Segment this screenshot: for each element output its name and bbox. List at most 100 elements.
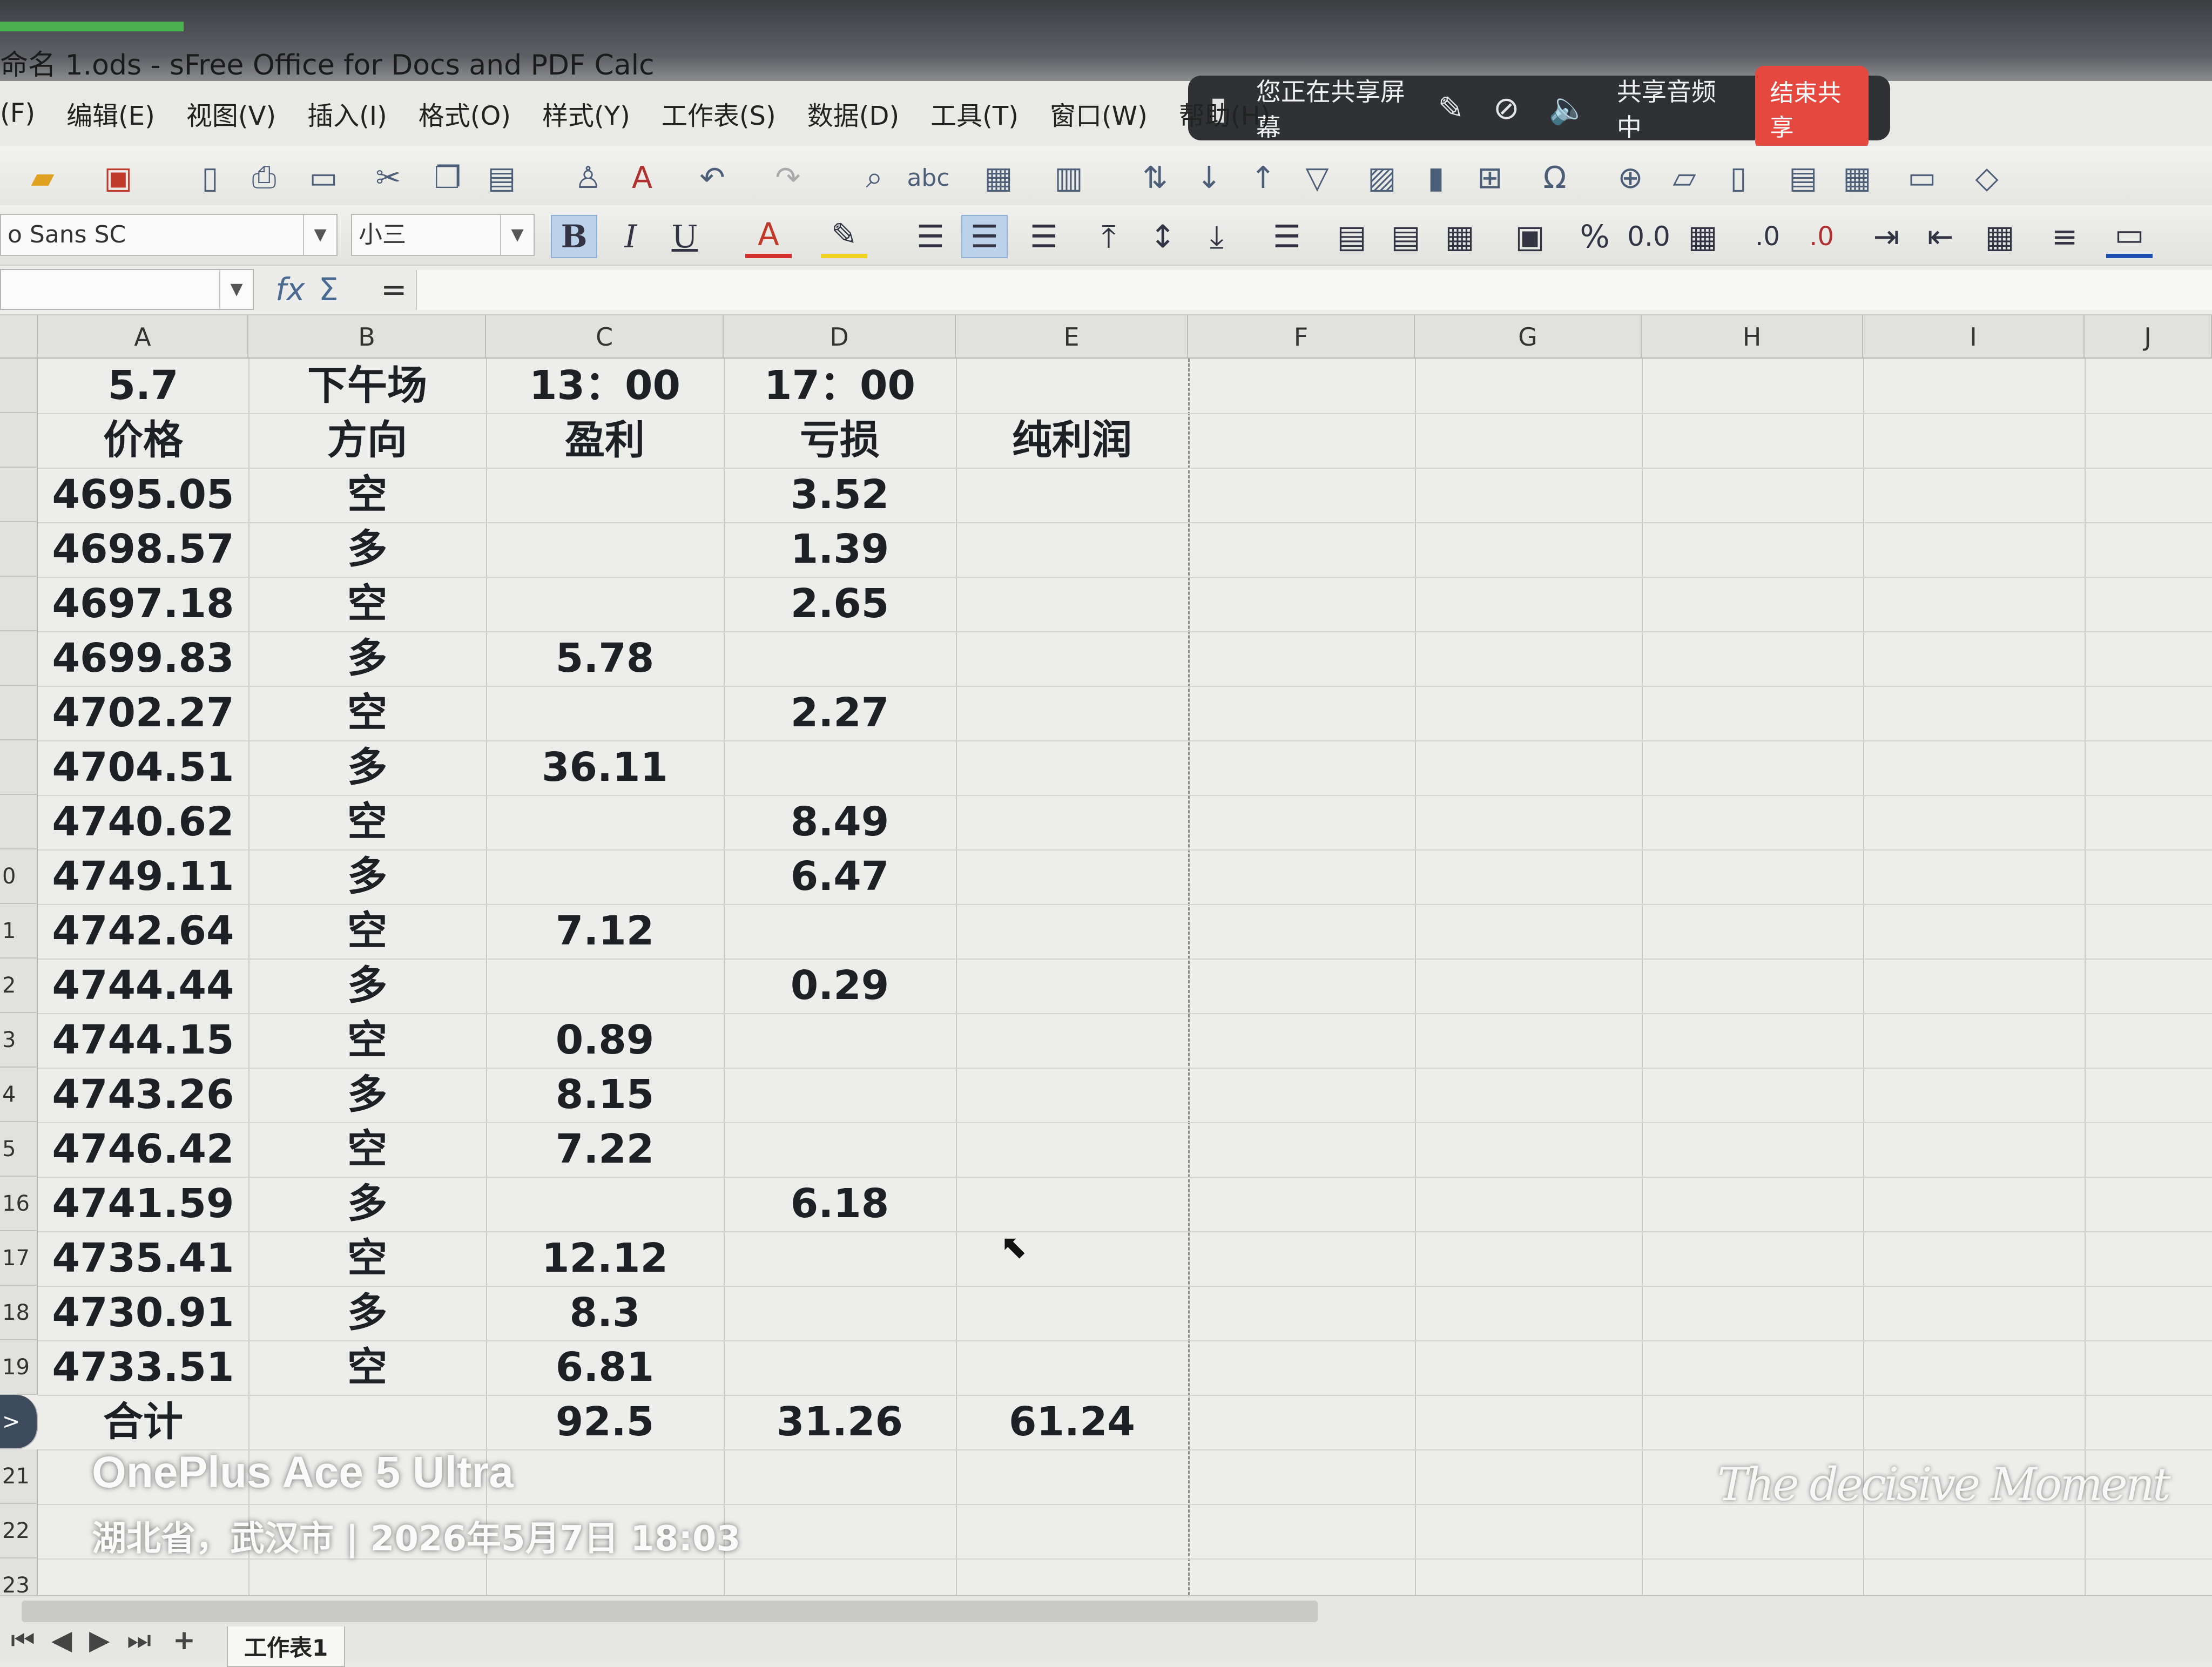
cell-a[interactable]: 合计: [38, 1395, 248, 1449]
insert-image-icon[interactable]: ▨: [1361, 157, 1403, 199]
row-header[interactable]: [0, 740, 38, 795]
cell-e[interactable]: [956, 1231, 1188, 1286]
cell-a[interactable]: 4746.42: [38, 1122, 248, 1177]
currency-format-icon[interactable]: ▣: [1507, 215, 1553, 258]
header-footer-icon[interactable]: ▯: [1717, 157, 1759, 199]
cell-b[interactable]: 空: [248, 1013, 486, 1068]
draw-shapes-icon[interactable]: ◇: [1966, 157, 2008, 199]
highlight-color-icon[interactable]: ✎: [821, 215, 867, 258]
cell-a[interactable]: 4733.51: [38, 1340, 248, 1395]
menu-window[interactable]: 窗口(W): [1050, 95, 1148, 132]
cell-d[interactable]: 亏损: [724, 413, 956, 468]
clone-format-icon[interactable]: ♙: [567, 157, 609, 199]
cell-c[interactable]: 13：00: [486, 359, 724, 413]
column-header-i[interactable]: I: [1863, 315, 2085, 359]
cell-d[interactable]: 31.26: [724, 1395, 956, 1449]
cell-d[interactable]: [724, 1340, 956, 1395]
cell-a[interactable]: 4749.11: [38, 849, 248, 904]
cell-a[interactable]: 4695.05: [38, 468, 248, 522]
cell-d[interactable]: 1.39: [724, 522, 956, 577]
cell-d[interactable]: [724, 904, 956, 959]
cell-b[interactable]: 多: [248, 1177, 486, 1231]
cell-a[interactable]: 4697.18: [38, 577, 248, 631]
cell-c[interactable]: 5.78: [486, 631, 724, 686]
sort-ascending-icon[interactable]: ↓: [1188, 157, 1230, 199]
row-header[interactable]: [0, 577, 38, 631]
row-header[interactable]: [0, 468, 38, 522]
bold-button[interactable]: B: [551, 215, 597, 258]
cell-e[interactable]: [956, 959, 1188, 1013]
row-header[interactable]: 3: [0, 1013, 38, 1068]
column-header-b[interactable]: B: [248, 315, 486, 359]
add-sheet-button[interactable]: +: [173, 1624, 195, 1656]
cell-a[interactable]: 5.7: [38, 359, 248, 413]
menu-data[interactable]: 数据(D): [807, 95, 899, 132]
menu-sheet[interactable]: 工作表(S): [662, 95, 776, 132]
cell-d[interactable]: [724, 1231, 956, 1286]
row-header[interactable]: [0, 413, 38, 468]
cell-a[interactable]: 4704.51: [38, 740, 248, 795]
cell-d[interactable]: 6.47: [724, 849, 956, 904]
cell-a[interactable]: 4742.64: [38, 904, 248, 959]
next-sheet-icon[interactable]: ▶: [89, 1624, 110, 1656]
cell-b[interactable]: 空: [248, 686, 486, 740]
row-header[interactable]: [0, 522, 38, 577]
cell-b[interactable]: 空: [248, 1340, 486, 1395]
percent-format-button[interactable]: %: [1572, 215, 1618, 258]
cell-d[interactable]: [724, 1286, 956, 1340]
cell-e[interactable]: [956, 468, 1188, 522]
menu-edit[interactable]: 编辑(E): [66, 95, 155, 132]
special-character-icon[interactable]: Ω: [1534, 157, 1576, 199]
cell-b[interactable]: 多: [248, 522, 486, 577]
spelling-icon[interactable]: abc: [907, 157, 949, 199]
row-header[interactable]: 1: [0, 904, 38, 959]
cell-b[interactable]: 多: [248, 1286, 486, 1340]
delete-decimal-icon[interactable]: .0: [1798, 215, 1845, 258]
define-print-area-icon[interactable]: ▤: [1782, 157, 1824, 199]
select-all-corner[interactable]: [0, 315, 38, 359]
border-style-icon[interactable]: ≡: [2041, 215, 2088, 258]
stop-share-button[interactable]: 结束共享: [1755, 66, 1869, 150]
cell-a[interactable]: 4702.27: [38, 686, 248, 740]
menu-help[interactable]: 帮助(H): [1179, 95, 1271, 132]
add-decimal-icon[interactable]: .0: [1744, 215, 1791, 258]
cell-b[interactable]: 空: [248, 1122, 486, 1177]
cell-d[interactable]: 0.29: [724, 959, 956, 1013]
cell-c[interactable]: 6.81: [486, 1340, 724, 1395]
italic-button[interactable]: I: [608, 215, 654, 258]
cell-d[interactable]: [724, 631, 956, 686]
cell-d[interactable]: 17：00: [724, 359, 956, 413]
row-header[interactable]: 21: [0, 1449, 38, 1504]
cell-b[interactable]: 空: [248, 577, 486, 631]
first-sheet-icon[interactable]: ⏮: [11, 1624, 35, 1656]
number-format-button[interactable]: 0.0: [1626, 215, 1672, 258]
cell-c[interactable]: 盈利: [486, 413, 724, 468]
cell-c[interactable]: [486, 522, 724, 577]
cell-b[interactable]: 多: [248, 849, 486, 904]
cell-d[interactable]: [724, 1013, 956, 1068]
decrease-indent-icon[interactable]: ⇤: [1917, 215, 1964, 258]
menu-file[interactable]: (F): [0, 98, 35, 129]
cell-d[interactable]: 8.49: [724, 795, 956, 849]
align-center-icon[interactable]: ☰: [961, 215, 1008, 258]
save-icon[interactable]: ▣: [97, 157, 139, 199]
cell-e[interactable]: [956, 795, 1188, 849]
date-format-icon[interactable]: ▦: [1680, 215, 1726, 258]
cell-a[interactable]: 4698.57: [38, 522, 248, 577]
split-window-icon[interactable]: ▭: [1901, 157, 1943, 199]
font-name-select[interactable]: o Sans SC ▼: [0, 214, 338, 256]
cell-a[interactable]: 4744.44: [38, 959, 248, 1013]
borders-icon[interactable]: ▦: [1977, 215, 2023, 258]
column-header-d[interactable]: D: [724, 315, 956, 359]
export-pdf-icon[interactable]: ▯: [189, 157, 231, 199]
cell-a[interactable]: 4741.59: [38, 1177, 248, 1231]
redo-icon[interactable]: ↷: [767, 157, 809, 199]
cell-c[interactable]: [486, 577, 724, 631]
row-header[interactable]: [0, 359, 38, 413]
row-header[interactable]: 0: [0, 849, 38, 904]
freeze-rows-icon[interactable]: ▦: [1836, 157, 1878, 199]
pivot-table-icon[interactable]: ⊞: [1469, 157, 1511, 199]
horizontal-scrollbar[interactable]: [22, 1601, 1318, 1622]
row-header[interactable]: 18: [0, 1286, 38, 1340]
menu-view[interactable]: 视图(V): [186, 95, 276, 132]
